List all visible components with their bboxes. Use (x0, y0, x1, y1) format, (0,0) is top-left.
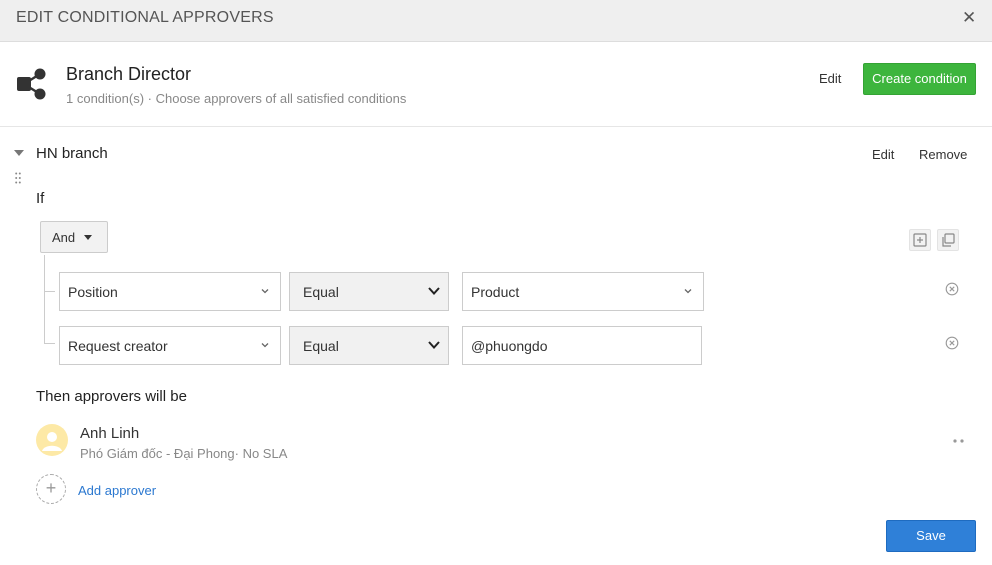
chevron-down-icon (428, 287, 440, 295)
rule-comparator-select[interactable]: Equal (289, 272, 449, 311)
rule-value-select[interactable]: Product (462, 272, 704, 311)
rule-tree-branch (44, 343, 55, 344)
if-label: If (36, 190, 45, 207)
save-button[interactable]: Save (886, 520, 976, 552)
logic-operator-label: And (52, 230, 76, 245)
edit-condition-button[interactable]: Edit (872, 147, 894, 162)
plus-square-icon (913, 233, 927, 247)
add-rule-button[interactable] (909, 229, 931, 251)
close-icon[interactable]: ✕ (962, 9, 976, 27)
add-approver-circle[interactable]: + (36, 474, 66, 504)
dialog-titlebar: EDIT CONDITIONAL APPROVERS ✕ (0, 0, 992, 42)
approvers-label: Then approvers will be (36, 388, 187, 405)
duplicate-rule-button[interactable] (937, 229, 959, 251)
rule-field-value: Request creator (68, 338, 168, 354)
rule-comparator-value: Equal (303, 284, 339, 300)
chevron-down-icon (684, 289, 692, 294)
condition-name: HN branch (36, 145, 108, 162)
dialog-title: EDIT CONDITIONAL APPROVERS (16, 9, 274, 26)
rule-tree-line (44, 255, 45, 343)
section-divider (0, 126, 992, 127)
rule-value-input[interactable] (462, 326, 702, 365)
more-options-icon[interactable] (952, 438, 966, 444)
approver-detail: Phó Giám đốc - Đại Phong· No SLA (80, 446, 288, 461)
rule-field-select[interactable]: Position (59, 272, 281, 311)
drag-handle-icon[interactable] (15, 172, 21, 184)
add-approver-button[interactable]: Add approver (78, 483, 156, 498)
copy-icon (942, 233, 955, 247)
chevron-down-icon (428, 341, 440, 349)
edit-group-button[interactable]: Edit (819, 71, 841, 86)
rule-value: Product (471, 284, 520, 300)
rule-comparator-select[interactable]: Equal (289, 326, 449, 365)
logic-operator-dropdown[interactable]: And (40, 221, 108, 253)
remove-rule-icon[interactable] (945, 282, 959, 296)
share-icon (17, 68, 46, 100)
chevron-down-icon (261, 289, 269, 294)
avatar (36, 424, 68, 456)
chevron-down-icon (261, 343, 269, 348)
approver-group-subtitle: 1 condition(s) · Choose approvers of all… (66, 91, 407, 106)
caret-down-icon (84, 235, 92, 240)
create-condition-button[interactable]: Create condition (863, 63, 976, 95)
user-icon (42, 432, 62, 451)
collapse-caret-icon[interactable] (14, 150, 24, 156)
plus-icon: + (45, 478, 57, 498)
remove-rule-icon[interactable] (945, 336, 959, 350)
rule-comparator-value: Equal (303, 338, 339, 354)
approver-group-name: Branch Director (66, 64, 192, 84)
remove-condition-button[interactable]: Remove (919, 147, 967, 162)
rule-field-select[interactable]: Request creator (59, 326, 281, 365)
approver-name: Anh Linh (80, 425, 140, 442)
rule-field-value: Position (68, 284, 118, 300)
rule-tree-branch (44, 291, 55, 292)
